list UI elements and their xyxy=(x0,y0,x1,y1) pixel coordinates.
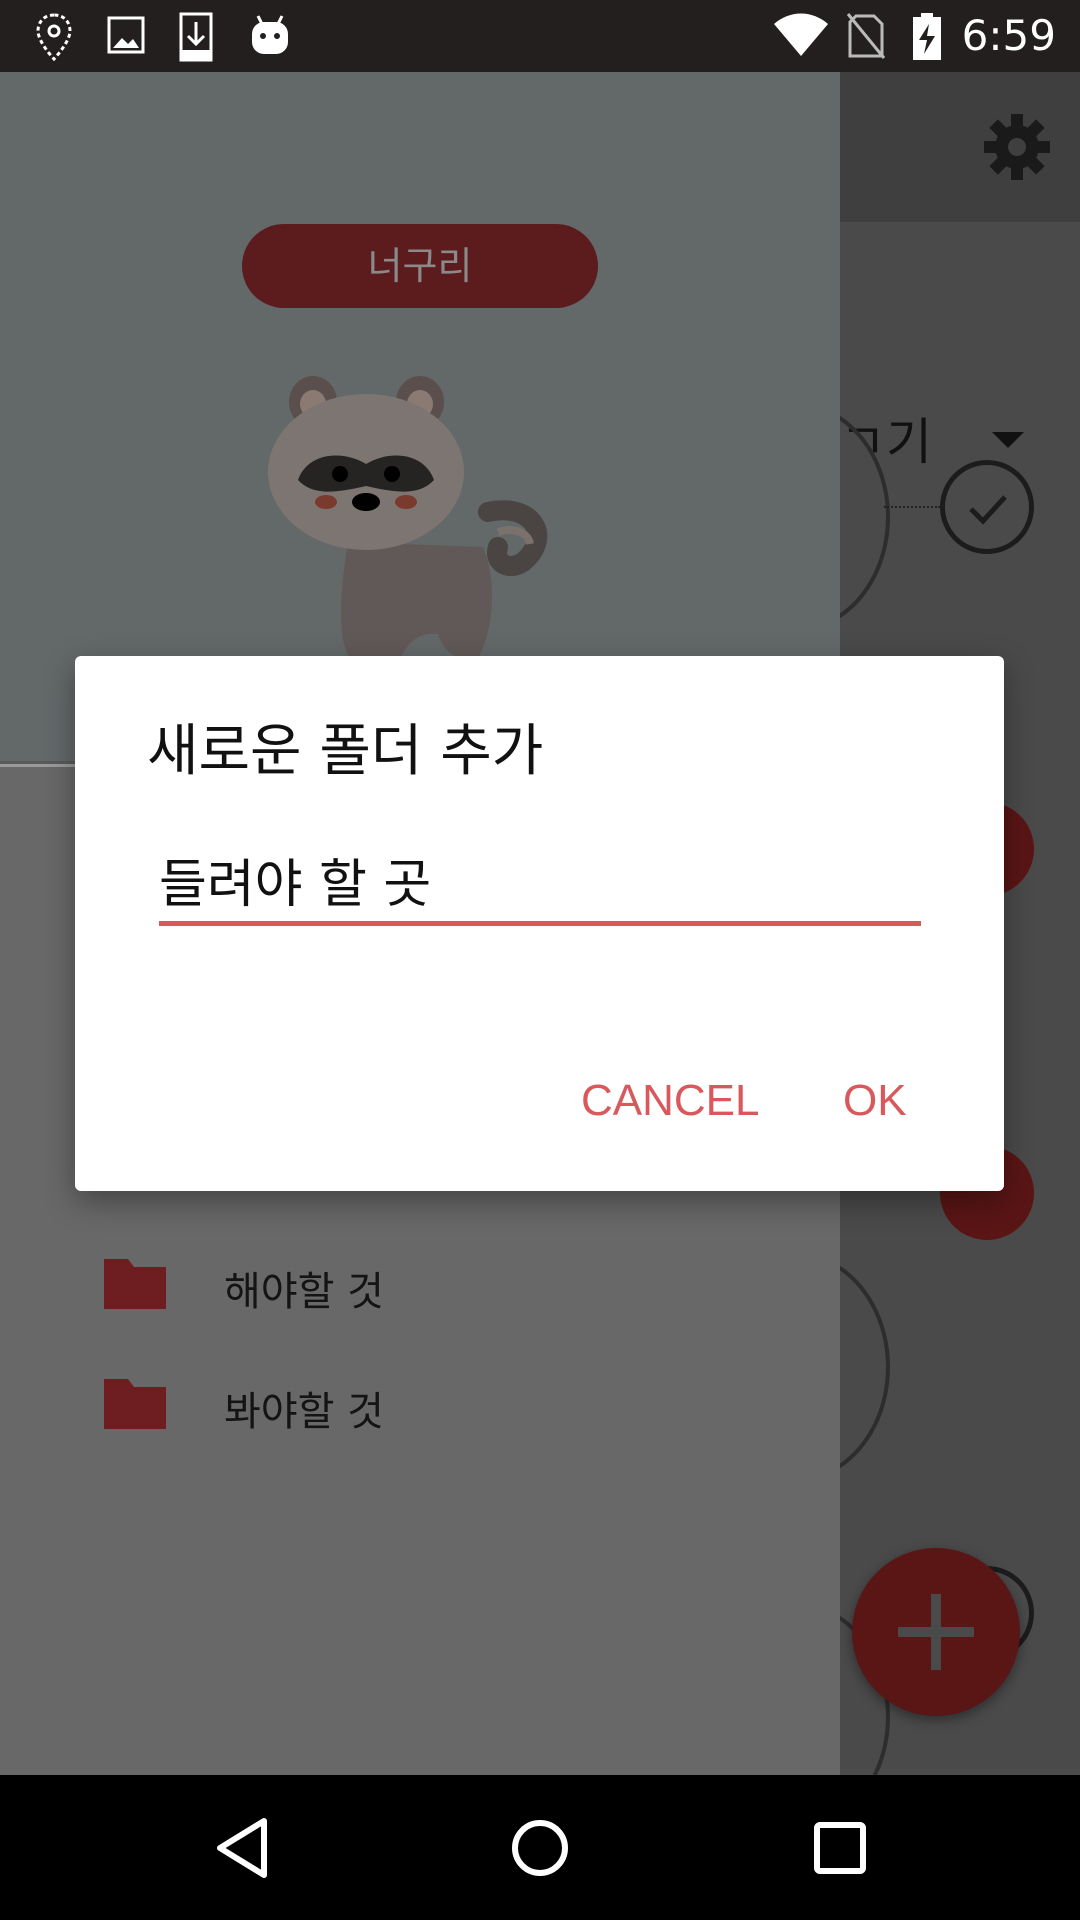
home-icon[interactable] xyxy=(510,1815,570,1885)
image-icon xyxy=(106,12,146,62)
folder-icon xyxy=(104,1377,166,1433)
status-bar: 6:59 xyxy=(0,0,1080,72)
add-folder-dialog: 새로운 폴더 추가 CANCEL OK xyxy=(75,656,1004,1191)
clock: 6:59 xyxy=(961,11,1056,60)
cancel-button[interactable]: CANCEL xyxy=(581,1076,760,1126)
no-sim-icon xyxy=(846,12,886,64)
chevron-down-icon[interactable] xyxy=(992,432,1024,448)
folder-label: 해야할 것 xyxy=(224,1269,384,1315)
check-circle-icon[interactable] xyxy=(940,460,1034,554)
back-icon[interactable] xyxy=(212,1815,272,1885)
folder-item[interactable]: 봐야할 것 xyxy=(104,1377,704,1437)
add-fab-button[interactable] xyxy=(852,1548,1020,1716)
folder-icon xyxy=(104,1257,166,1313)
location-pin-icon xyxy=(34,12,74,66)
android-icon xyxy=(248,12,292,60)
timeline-connector xyxy=(884,506,940,508)
navigation-bar xyxy=(0,1775,1080,1920)
ok-button[interactable]: OK xyxy=(843,1076,907,1126)
dialog-title: 새로운 폴더 추가 xyxy=(147,719,544,784)
gear-icon[interactable] xyxy=(982,112,1052,186)
recents-icon[interactable] xyxy=(812,1815,868,1885)
battery-charging-icon xyxy=(910,12,944,66)
raccoon-mascot-icon xyxy=(268,362,568,676)
wifi-icon xyxy=(772,12,830,62)
download-icon xyxy=(178,12,214,66)
profile-name-button[interactable]: 너구리 xyxy=(242,224,598,308)
folder-name-input[interactable] xyxy=(159,846,921,926)
folder-label: 봐야할 것 xyxy=(224,1389,384,1435)
folder-item[interactable]: 해야할 것 xyxy=(104,1257,704,1317)
